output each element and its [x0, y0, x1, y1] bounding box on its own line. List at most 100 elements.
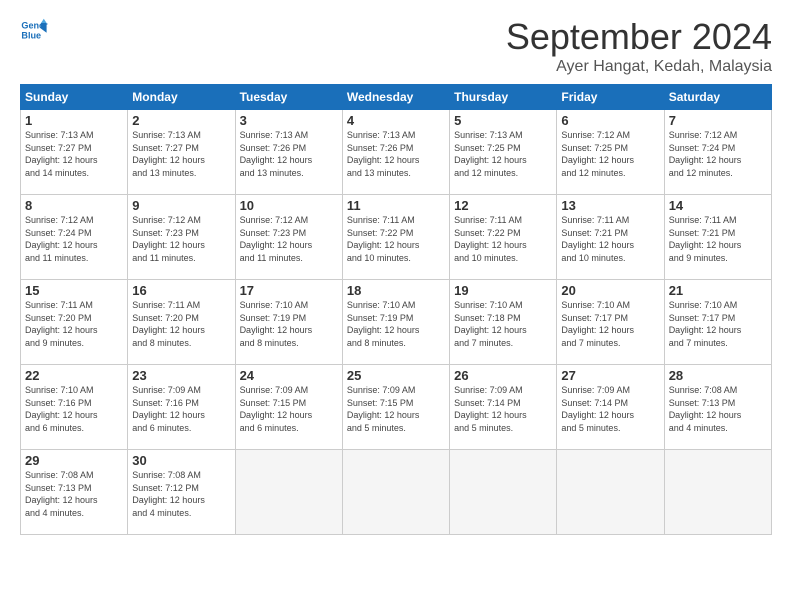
cell-info: Sunrise: 7:11 AM Sunset: 7:20 PM Dayligh…: [25, 299, 123, 349]
calendar-cell: 2Sunrise: 7:13 AM Sunset: 7:27 PM Daylig…: [128, 110, 235, 195]
cell-info: Sunrise: 7:11 AM Sunset: 7:20 PM Dayligh…: [132, 299, 230, 349]
cell-info: Sunrise: 7:13 AM Sunset: 7:26 PM Dayligh…: [240, 129, 338, 179]
cell-info: Sunrise: 7:12 AM Sunset: 7:25 PM Dayligh…: [561, 129, 659, 179]
cell-info: Sunrise: 7:11 AM Sunset: 7:21 PM Dayligh…: [561, 214, 659, 264]
day-header-monday: Monday: [128, 85, 235, 110]
calendar-cell: [342, 450, 449, 535]
day-number: 29: [25, 453, 123, 468]
calendar-cell: 30Sunrise: 7:08 AM Sunset: 7:12 PM Dayli…: [128, 450, 235, 535]
cell-info: Sunrise: 7:13 AM Sunset: 7:26 PM Dayligh…: [347, 129, 445, 179]
day-number: 24: [240, 368, 338, 383]
calendar-cell: 29Sunrise: 7:08 AM Sunset: 7:13 PM Dayli…: [21, 450, 128, 535]
calendar-cell: 18Sunrise: 7:10 AM Sunset: 7:19 PM Dayli…: [342, 280, 449, 365]
logo: General Blue: [20, 16, 48, 44]
cell-info: Sunrise: 7:12 AM Sunset: 7:24 PM Dayligh…: [25, 214, 123, 264]
day-number: 27: [561, 368, 659, 383]
day-number: 16: [132, 283, 230, 298]
calendar-cell: 11Sunrise: 7:11 AM Sunset: 7:22 PM Dayli…: [342, 195, 449, 280]
calendar-cell: 10Sunrise: 7:12 AM Sunset: 7:23 PM Dayli…: [235, 195, 342, 280]
cell-info: Sunrise: 7:09 AM Sunset: 7:15 PM Dayligh…: [240, 384, 338, 434]
day-header-sunday: Sunday: [21, 85, 128, 110]
day-number: 3: [240, 113, 338, 128]
day-header-thursday: Thursday: [450, 85, 557, 110]
day-header-wednesday: Wednesday: [342, 85, 449, 110]
calendar-cell: 17Sunrise: 7:10 AM Sunset: 7:19 PM Dayli…: [235, 280, 342, 365]
cell-info: Sunrise: 7:11 AM Sunset: 7:21 PM Dayligh…: [669, 214, 767, 264]
header: General Blue September 2024 Ayer Hangat,…: [20, 16, 772, 76]
calendar-cell: [557, 450, 664, 535]
day-number: 26: [454, 368, 552, 383]
calendar-cell: 3Sunrise: 7:13 AM Sunset: 7:26 PM Daylig…: [235, 110, 342, 195]
day-number: 8: [25, 198, 123, 213]
cell-info: Sunrise: 7:13 AM Sunset: 7:25 PM Dayligh…: [454, 129, 552, 179]
logo-icon: General Blue: [20, 16, 48, 44]
calendar-week-row: 8Sunrise: 7:12 AM Sunset: 7:24 PM Daylig…: [21, 195, 772, 280]
day-number: 9: [132, 198, 230, 213]
cell-info: Sunrise: 7:09 AM Sunset: 7:14 PM Dayligh…: [454, 384, 552, 434]
page: General Blue September 2024 Ayer Hangat,…: [0, 0, 792, 612]
cell-info: Sunrise: 7:10 AM Sunset: 7:17 PM Dayligh…: [561, 299, 659, 349]
calendar-week-row: 1Sunrise: 7:13 AM Sunset: 7:27 PM Daylig…: [21, 110, 772, 195]
cell-info: Sunrise: 7:11 AM Sunset: 7:22 PM Dayligh…: [454, 214, 552, 264]
calendar-cell: 8Sunrise: 7:12 AM Sunset: 7:24 PM Daylig…: [21, 195, 128, 280]
calendar-cell: 5Sunrise: 7:13 AM Sunset: 7:25 PM Daylig…: [450, 110, 557, 195]
cell-info: Sunrise: 7:08 AM Sunset: 7:12 PM Dayligh…: [132, 469, 230, 519]
day-number: 25: [347, 368, 445, 383]
calendar-cell: 27Sunrise: 7:09 AM Sunset: 7:14 PM Dayli…: [557, 365, 664, 450]
day-number: 17: [240, 283, 338, 298]
day-number: 4: [347, 113, 445, 128]
day-number: 5: [454, 113, 552, 128]
calendar-cell: 6Sunrise: 7:12 AM Sunset: 7:25 PM Daylig…: [557, 110, 664, 195]
cell-info: Sunrise: 7:09 AM Sunset: 7:15 PM Dayligh…: [347, 384, 445, 434]
day-number: 20: [561, 283, 659, 298]
cell-info: Sunrise: 7:10 AM Sunset: 7:19 PM Dayligh…: [347, 299, 445, 349]
calendar-cell: 14Sunrise: 7:11 AM Sunset: 7:21 PM Dayli…: [664, 195, 771, 280]
calendar-cell: 23Sunrise: 7:09 AM Sunset: 7:16 PM Dayli…: [128, 365, 235, 450]
day-number: 22: [25, 368, 123, 383]
calendar-cell: 13Sunrise: 7:11 AM Sunset: 7:21 PM Dayli…: [557, 195, 664, 280]
day-header-friday: Friday: [557, 85, 664, 110]
day-number: 30: [132, 453, 230, 468]
calendar-cell: 16Sunrise: 7:11 AM Sunset: 7:20 PM Dayli…: [128, 280, 235, 365]
day-number: 11: [347, 198, 445, 213]
day-number: 2: [132, 113, 230, 128]
day-number: 13: [561, 198, 659, 213]
calendar-cell: [664, 450, 771, 535]
title-block: September 2024 Ayer Hangat, Kedah, Malay…: [506, 16, 772, 76]
calendar-cell: 9Sunrise: 7:12 AM Sunset: 7:23 PM Daylig…: [128, 195, 235, 280]
day-number: 14: [669, 198, 767, 213]
cell-info: Sunrise: 7:08 AM Sunset: 7:13 PM Dayligh…: [669, 384, 767, 434]
svg-text:Blue: Blue: [21, 30, 41, 40]
calendar-cell: 20Sunrise: 7:10 AM Sunset: 7:17 PM Dayli…: [557, 280, 664, 365]
cell-info: Sunrise: 7:12 AM Sunset: 7:23 PM Dayligh…: [132, 214, 230, 264]
cell-info: Sunrise: 7:13 AM Sunset: 7:27 PM Dayligh…: [132, 129, 230, 179]
day-number: 21: [669, 283, 767, 298]
calendar-cell: [235, 450, 342, 535]
calendar-body: 1Sunrise: 7:13 AM Sunset: 7:27 PM Daylig…: [21, 110, 772, 535]
calendar-cell: 19Sunrise: 7:10 AM Sunset: 7:18 PM Dayli…: [450, 280, 557, 365]
calendar-cell: 15Sunrise: 7:11 AM Sunset: 7:20 PM Dayli…: [21, 280, 128, 365]
calendar-cell: 7Sunrise: 7:12 AM Sunset: 7:24 PM Daylig…: [664, 110, 771, 195]
calendar-table: SundayMondayTuesdayWednesdayThursdayFrid…: [20, 84, 772, 535]
day-number: 7: [669, 113, 767, 128]
calendar-cell: 21Sunrise: 7:10 AM Sunset: 7:17 PM Dayli…: [664, 280, 771, 365]
calendar-cell: 28Sunrise: 7:08 AM Sunset: 7:13 PM Dayli…: [664, 365, 771, 450]
cell-info: Sunrise: 7:11 AM Sunset: 7:22 PM Dayligh…: [347, 214, 445, 264]
cell-info: Sunrise: 7:12 AM Sunset: 7:24 PM Dayligh…: [669, 129, 767, 179]
cell-info: Sunrise: 7:12 AM Sunset: 7:23 PM Dayligh…: [240, 214, 338, 264]
calendar-cell: 22Sunrise: 7:10 AM Sunset: 7:16 PM Dayli…: [21, 365, 128, 450]
day-header-tuesday: Tuesday: [235, 85, 342, 110]
day-number: 1: [25, 113, 123, 128]
day-number: 6: [561, 113, 659, 128]
calendar-cell: [450, 450, 557, 535]
cell-info: Sunrise: 7:09 AM Sunset: 7:14 PM Dayligh…: [561, 384, 659, 434]
day-header-saturday: Saturday: [664, 85, 771, 110]
cell-info: Sunrise: 7:10 AM Sunset: 7:16 PM Dayligh…: [25, 384, 123, 434]
day-number: 10: [240, 198, 338, 213]
month-title: September 2024: [506, 16, 772, 58]
cell-info: Sunrise: 7:13 AM Sunset: 7:27 PM Dayligh…: [25, 129, 123, 179]
day-number: 28: [669, 368, 767, 383]
calendar-cell: 24Sunrise: 7:09 AM Sunset: 7:15 PM Dayli…: [235, 365, 342, 450]
day-number: 12: [454, 198, 552, 213]
calendar-week-row: 15Sunrise: 7:11 AM Sunset: 7:20 PM Dayli…: [21, 280, 772, 365]
